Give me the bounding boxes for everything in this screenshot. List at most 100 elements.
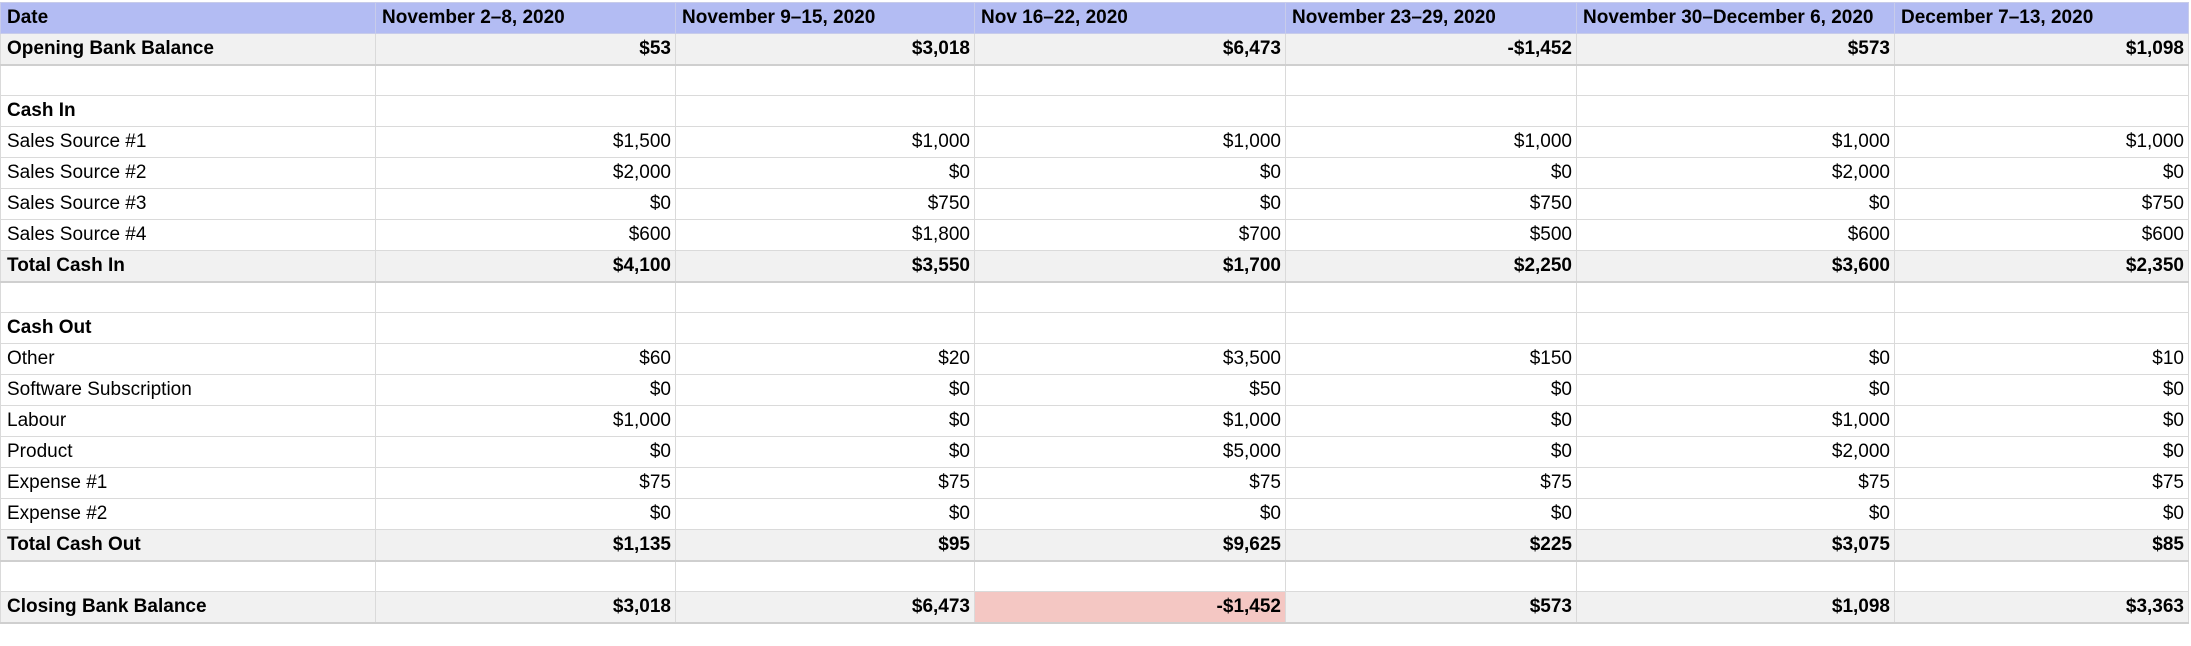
value-cell[interactable]: $1,500 — [375, 126, 676, 158]
value-cell[interactable]: $60 — [375, 343, 676, 375]
value-cell[interactable]: $0 — [1285, 436, 1577, 468]
value-cell[interactable] — [675, 560, 975, 592]
row-label-cell[interactable]: Product — [0, 436, 376, 468]
value-cell[interactable] — [375, 64, 676, 96]
value-cell[interactable]: $1,135 — [375, 529, 676, 562]
header-cell-period[interactable]: November 30–December 6, 2020 — [1576, 2, 1895, 34]
value-cell[interactable]: $0 — [675, 498, 975, 530]
row-label-cell[interactable]: Other — [0, 343, 376, 375]
value-cell[interactable]: $150 — [1285, 343, 1577, 375]
header-cell-period[interactable]: November 2–8, 2020 — [375, 2, 676, 34]
header-cell-period[interactable]: Nov 16–22, 2020 — [974, 2, 1286, 34]
value-cell[interactable]: $0 — [675, 157, 975, 189]
value-cell[interactable] — [974, 560, 1286, 592]
value-cell[interactable] — [1285, 560, 1577, 592]
value-cell[interactable]: $1,000 — [1576, 405, 1895, 437]
value-cell[interactable] — [375, 560, 676, 592]
value-cell[interactable]: $0 — [1285, 374, 1577, 406]
value-cell[interactable]: $4,100 — [375, 250, 676, 283]
value-cell[interactable]: $0 — [1576, 498, 1895, 530]
value-cell[interactable]: $6,473 — [974, 33, 1286, 66]
value-cell[interactable]: $0 — [974, 188, 1286, 220]
value-cell[interactable] — [974, 312, 1286, 344]
value-cell[interactable] — [1894, 560, 2189, 592]
value-cell[interactable]: $573 — [1576, 33, 1895, 66]
value-cell[interactable]: $0 — [375, 374, 676, 406]
value-cell[interactable]: $0 — [1576, 188, 1895, 220]
value-cell[interactable]: -$1,452 — [974, 591, 1286, 624]
value-cell[interactable]: $2,000 — [375, 157, 676, 189]
value-cell[interactable] — [375, 312, 676, 344]
value-cell[interactable]: $1,098 — [1576, 591, 1895, 624]
value-cell[interactable]: $2,000 — [1576, 157, 1895, 189]
value-cell[interactable]: $1,098 — [1894, 33, 2189, 66]
value-cell[interactable]: $600 — [1576, 219, 1895, 251]
value-cell[interactable]: $750 — [675, 188, 975, 220]
value-cell[interactable]: $1,000 — [1894, 126, 2189, 158]
value-cell[interactable] — [1285, 312, 1577, 344]
value-cell[interactable]: $0 — [1894, 436, 2189, 468]
value-cell[interactable]: $6,473 — [675, 591, 975, 624]
row-label-cell[interactable] — [0, 64, 376, 96]
value-cell[interactable] — [1894, 312, 2189, 344]
row-label-cell[interactable]: Sales Source #3 — [0, 188, 376, 220]
value-cell[interactable]: $1,000 — [974, 126, 1286, 158]
value-cell[interactable]: $1,800 — [675, 219, 975, 251]
value-cell[interactable]: $0 — [1285, 498, 1577, 530]
value-cell[interactable]: $3,363 — [1894, 591, 2189, 624]
row-label-cell[interactable]: Total Cash Out — [0, 529, 376, 562]
row-label-cell[interactable]: Cash Out — [0, 312, 376, 344]
value-cell[interactable]: $3,018 — [375, 591, 676, 624]
value-cell[interactable]: $3,018 — [675, 33, 975, 66]
row-label-cell[interactable]: Cash In — [0, 95, 376, 127]
value-cell[interactable]: $75 — [675, 467, 975, 499]
row-label-cell[interactable]: Expense #1 — [0, 467, 376, 499]
value-cell[interactable]: $0 — [675, 436, 975, 468]
value-cell[interactable]: $1,000 — [375, 405, 676, 437]
value-cell[interactable]: $1,000 — [675, 126, 975, 158]
row-label-cell[interactable]: Sales Source #4 — [0, 219, 376, 251]
header-cell-period[interactable]: December 7–13, 2020 — [1894, 2, 2189, 34]
value-cell[interactable]: $9,625 — [974, 529, 1286, 562]
value-cell[interactable] — [1894, 281, 2189, 313]
value-cell[interactable] — [974, 95, 1286, 127]
value-cell[interactable]: $2,250 — [1285, 250, 1577, 283]
value-cell[interactable] — [1576, 95, 1895, 127]
value-cell[interactable]: $0 — [1894, 498, 2189, 530]
value-cell[interactable]: $75 — [1894, 467, 2189, 499]
value-cell[interactable] — [1894, 64, 2189, 96]
value-cell[interactable]: $1,000 — [974, 405, 1286, 437]
row-label-cell[interactable]: Expense #2 — [0, 498, 376, 530]
row-label-cell[interactable]: Software Subscription — [0, 374, 376, 406]
value-cell[interactable] — [974, 64, 1286, 96]
value-cell[interactable] — [1285, 281, 1577, 313]
value-cell[interactable]: $1,000 — [1576, 126, 1895, 158]
row-label-cell[interactable] — [0, 560, 376, 592]
value-cell[interactable] — [974, 281, 1286, 313]
value-cell[interactable]: $1,700 — [974, 250, 1286, 283]
value-cell[interactable]: $3,075 — [1576, 529, 1895, 562]
value-cell[interactable]: $75 — [1285, 467, 1577, 499]
value-cell[interactable] — [1285, 64, 1577, 96]
header-cell-period[interactable]: November 9–15, 2020 — [675, 2, 975, 34]
value-cell[interactable]: $750 — [1285, 188, 1577, 220]
value-cell[interactable] — [375, 95, 676, 127]
row-label-cell[interactable]: Closing Bank Balance — [0, 591, 376, 624]
value-cell[interactable]: $3,500 — [974, 343, 1286, 375]
value-cell[interactable]: $0 — [1894, 157, 2189, 189]
value-cell[interactable]: $700 — [974, 219, 1286, 251]
value-cell[interactable]: $225 — [1285, 529, 1577, 562]
value-cell[interactable]: $0 — [974, 157, 1286, 189]
value-cell[interactable]: -$1,452 — [1285, 33, 1577, 66]
value-cell[interactable]: $0 — [675, 405, 975, 437]
value-cell[interactable]: $3,550 — [675, 250, 975, 283]
value-cell[interactable] — [675, 312, 975, 344]
value-cell[interactable]: $0 — [1576, 374, 1895, 406]
value-cell[interactable]: $600 — [375, 219, 676, 251]
value-cell[interactable] — [1894, 95, 2189, 127]
value-cell[interactable]: $5,000 — [974, 436, 1286, 468]
value-cell[interactable]: $0 — [1576, 343, 1895, 375]
row-label-cell[interactable]: Sales Source #2 — [0, 157, 376, 189]
value-cell[interactable]: $2,350 — [1894, 250, 2189, 283]
value-cell[interactable]: $2,000 — [1576, 436, 1895, 468]
